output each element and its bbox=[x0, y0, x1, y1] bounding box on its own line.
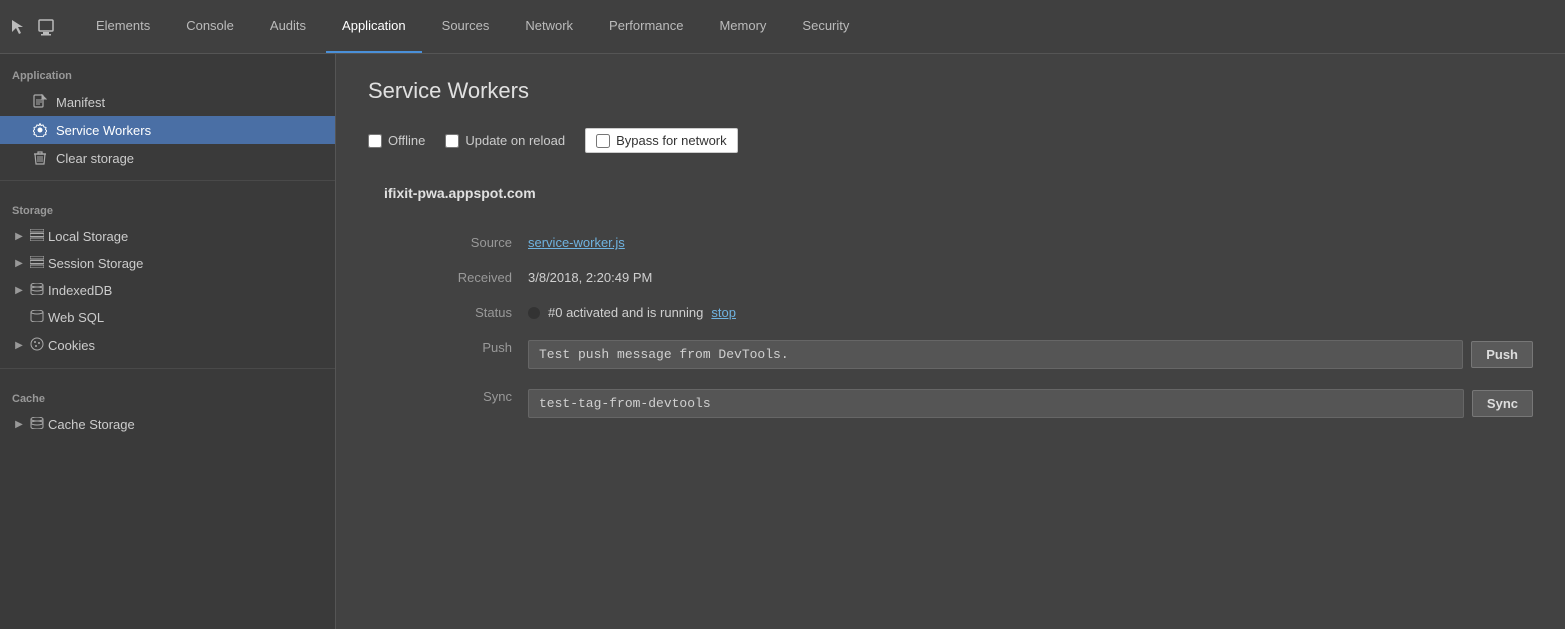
inspect-icon[interactable] bbox=[36, 17, 56, 37]
local-storage-expand-arrow bbox=[12, 230, 26, 244]
push-input-row: Push bbox=[528, 340, 1533, 369]
status-value: #0 activated and is running stop bbox=[528, 295, 1533, 330]
cursor-icon[interactable] bbox=[8, 17, 28, 37]
clear-storage-label: Clear storage bbox=[56, 151, 134, 166]
push-button[interactable]: Push bbox=[1471, 341, 1533, 368]
tab-bar: Elements Console Audits Application Sour… bbox=[0, 0, 1565, 54]
push-value: Push bbox=[528, 330, 1533, 379]
bypass-for-network-box[interactable]: Bypass for network bbox=[585, 128, 738, 153]
status-row: #0 activated and is running stop bbox=[528, 305, 1533, 320]
sidebar-item-local-storage[interactable]: Local Storage bbox=[0, 223, 335, 250]
tab-console[interactable]: Console bbox=[170, 0, 250, 53]
cache-storage-label: Cache Storage bbox=[48, 417, 135, 432]
session-storage-label: Session Storage bbox=[48, 256, 143, 271]
bypass-network-checkbox[interactable] bbox=[596, 134, 610, 148]
page-title: Service Workers bbox=[368, 78, 1533, 104]
sidebar-application-label: Application bbox=[0, 54, 335, 88]
status-label: Status bbox=[448, 295, 528, 330]
status-dot bbox=[528, 307, 540, 319]
update-on-reload-checkbox[interactable] bbox=[445, 134, 459, 148]
manifest-label: Manifest bbox=[56, 95, 105, 110]
sidebar-item-clear-storage[interactable]: Clear storage bbox=[0, 144, 335, 172]
tab-memory[interactable]: Memory bbox=[703, 0, 782, 53]
cache-storage-icon bbox=[30, 417, 44, 432]
tab-security[interactable]: Security bbox=[786, 0, 865, 53]
offline-checkbox-label[interactable]: Offline bbox=[368, 133, 425, 148]
sync-input[interactable] bbox=[528, 389, 1464, 418]
cookies-expand-arrow bbox=[12, 339, 26, 353]
sync-input-row: Sync bbox=[528, 389, 1533, 418]
tab-sources[interactable]: Sources bbox=[426, 0, 506, 53]
source-label: Source bbox=[448, 225, 528, 260]
tab-network[interactable]: Network bbox=[509, 0, 589, 53]
checkbox-row: Offline Update on reload Bypass for netw… bbox=[368, 128, 1533, 153]
tabs-container: Elements Console Audits Application Sour… bbox=[80, 0, 865, 53]
content-panel: Service Workers Offline Update on reload… bbox=[336, 54, 1565, 629]
domain-label: ifixit-pwa.appspot.com bbox=[384, 185, 1533, 201]
bypass-network-label: Bypass for network bbox=[616, 133, 727, 148]
sync-button[interactable]: Sync bbox=[1472, 390, 1533, 417]
trash-icon bbox=[32, 150, 48, 166]
local-storage-label: Local Storage bbox=[48, 229, 128, 244]
service-worker-info: Source service-worker.js Received 3/8/20… bbox=[448, 225, 1533, 428]
sidebar-item-cookies[interactable]: Cookies bbox=[0, 331, 335, 360]
session-storage-icon bbox=[30, 256, 44, 271]
push-label: Push bbox=[448, 330, 528, 365]
cookies-label: Cookies bbox=[48, 338, 95, 353]
service-workers-label: Service Workers bbox=[56, 123, 151, 138]
sidebar-item-service-workers[interactable]: Service Workers bbox=[0, 116, 335, 144]
sidebar: Application Manifest Service W bbox=[0, 54, 336, 629]
web-sql-label: Web SQL bbox=[48, 310, 104, 325]
update-on-reload-label: Update on reload bbox=[465, 133, 565, 148]
sync-value: Sync bbox=[528, 379, 1533, 428]
push-input[interactable] bbox=[528, 340, 1463, 369]
sidebar-item-session-storage[interactable]: Session Storage bbox=[0, 250, 335, 277]
sidebar-cache-label: Cache bbox=[0, 377, 335, 411]
session-storage-expand-arrow bbox=[12, 257, 26, 271]
received-label: Received bbox=[448, 260, 528, 295]
sidebar-storage-label: Storage bbox=[0, 189, 335, 223]
cookies-icon bbox=[30, 337, 44, 354]
tab-elements[interactable]: Elements bbox=[80, 0, 166, 53]
tab-performance[interactable]: Performance bbox=[593, 0, 699, 53]
received-value: 3/8/2018, 2:20:49 PM bbox=[528, 260, 1533, 295]
tab-audits[interactable]: Audits bbox=[254, 0, 322, 53]
sidebar-item-indexeddb[interactable]: IndexedDB bbox=[0, 277, 335, 304]
sidebar-item-web-sql[interactable]: Web SQL bbox=[0, 304, 335, 331]
sidebar-item-manifest[interactable]: Manifest bbox=[0, 88, 335, 116]
toolbar-icons bbox=[8, 17, 56, 37]
source-link[interactable]: service-worker.js bbox=[528, 235, 625, 250]
sync-label: Sync bbox=[448, 379, 528, 414]
local-storage-icon bbox=[30, 229, 44, 244]
sidebar-divider-1 bbox=[0, 180, 335, 181]
offline-checkbox[interactable] bbox=[368, 134, 382, 148]
gear-icon bbox=[32, 122, 48, 138]
indexeddb-label: IndexedDB bbox=[48, 283, 112, 298]
stop-link[interactable]: stop bbox=[711, 305, 736, 320]
update-on-reload-checkbox-label[interactable]: Update on reload bbox=[445, 133, 565, 148]
source-value: service-worker.js bbox=[528, 225, 1533, 260]
indexeddb-expand-arrow bbox=[12, 284, 26, 298]
tab-application[interactable]: Application bbox=[326, 0, 422, 53]
cache-storage-expand-arrow bbox=[12, 418, 26, 432]
web-sql-icon bbox=[30, 310, 44, 325]
indexeddb-icon bbox=[30, 283, 44, 298]
doc-icon bbox=[32, 94, 48, 110]
main-layout: Application Manifest Service W bbox=[0, 54, 1565, 629]
sidebar-divider-2 bbox=[0, 368, 335, 369]
sidebar-item-cache-storage[interactable]: Cache Storage bbox=[0, 411, 335, 438]
offline-label: Offline bbox=[388, 133, 425, 148]
status-text: #0 activated and is running bbox=[548, 305, 703, 320]
